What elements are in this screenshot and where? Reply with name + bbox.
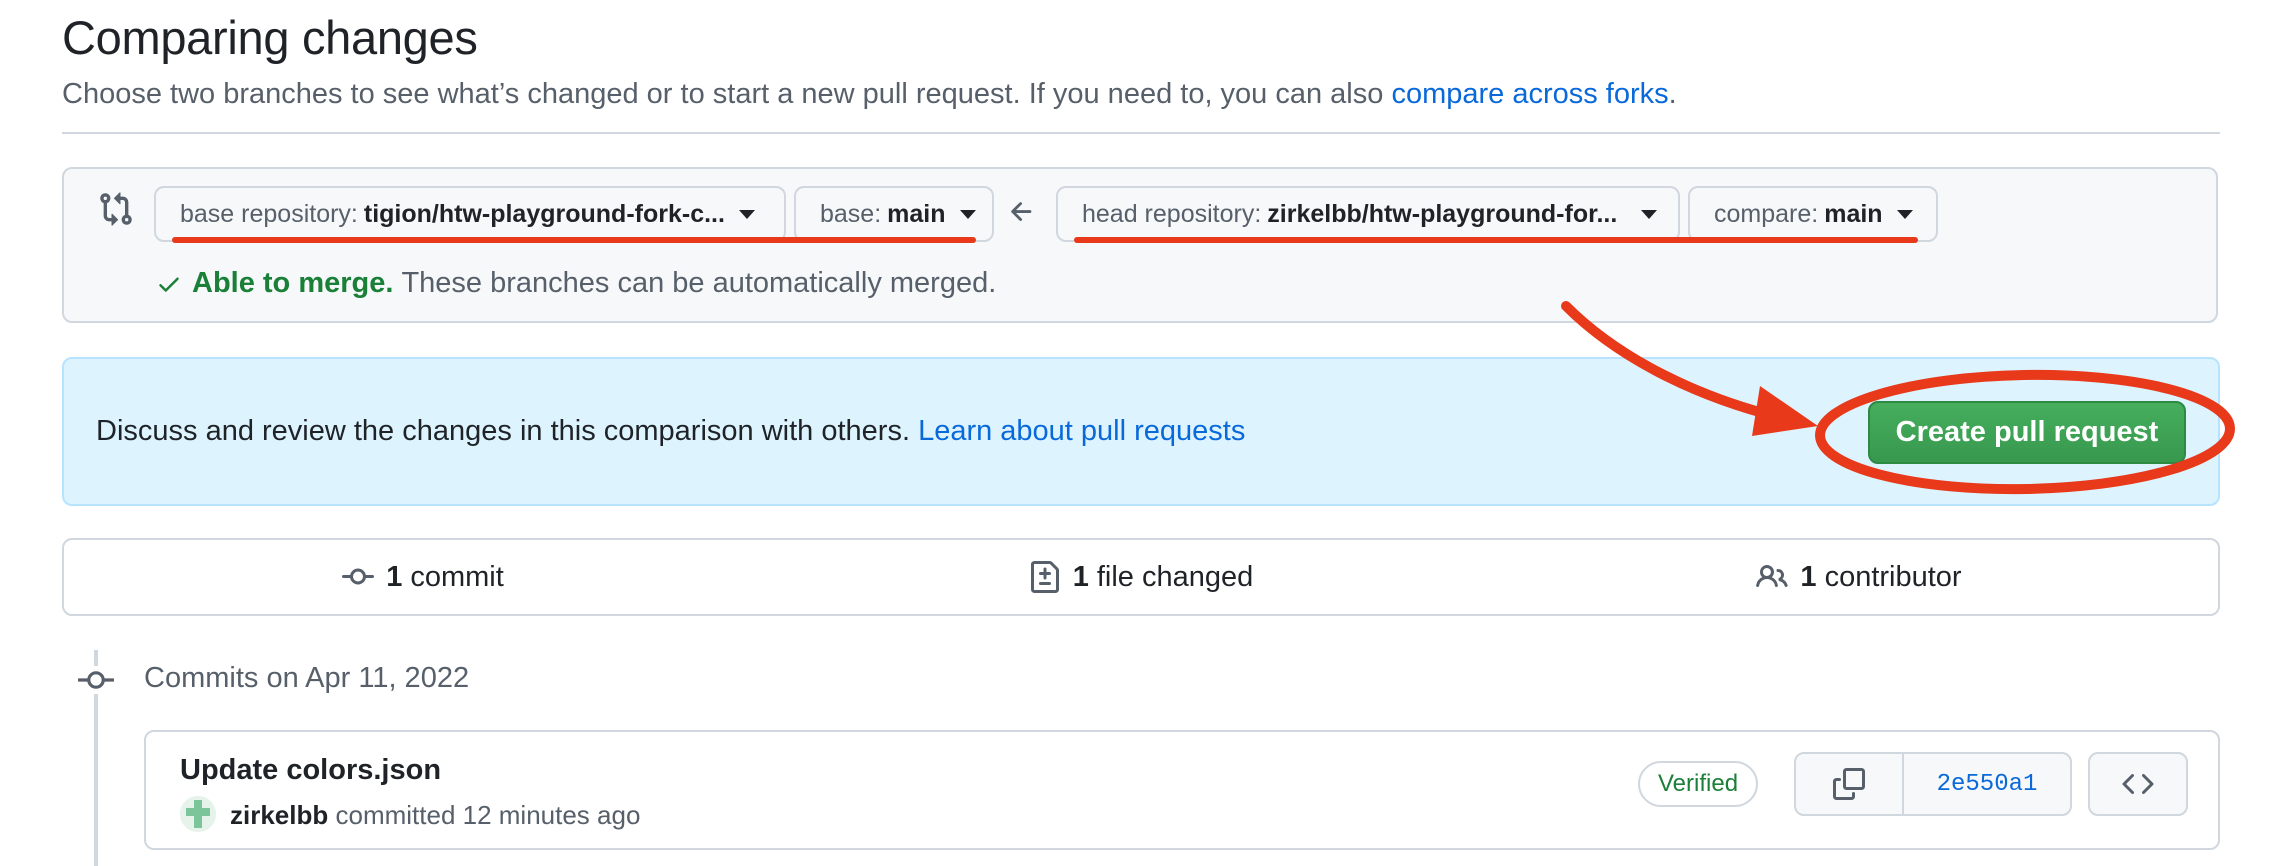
compare-branch-select[interactable]: compare: main [1688,186,1938,242]
head-repository-select[interactable]: head repository: zirkelbb/htw-playground… [1056,186,1680,242]
page-subtitle: Choose two branches to see what’s change… [62,78,1677,111]
base-repository-label: base repository: [180,199,358,228]
discuss-message: Discuss and review the changes in this c… [96,415,919,447]
base-repository-select[interactable]: base repository: tigion/htw-playground-f… [154,186,786,242]
stat-commits[interactable]: 1 commit [64,540,782,614]
commits-label: commit [410,560,504,593]
copy-icon [1833,768,1865,800]
commit-item: Update colors.json zirkelbb committed 12… [144,730,2220,850]
avatar[interactable] [180,796,216,832]
subtitle-text: Choose two branches to see what’s change… [62,78,1392,110]
header-divider [62,132,2220,134]
merge-status-text: These branches can be automatically merg… [401,267,997,299]
compare-branch-value: main [1824,199,1883,228]
code-icon [2122,773,2154,795]
comparison-stats: 1 commit 1 file changed 1 contributor [62,538,2220,616]
head-repository-value: zirkelbb/htw-playground-for... [1267,199,1618,228]
annotation-underline-head [1074,237,1918,243]
browse-code-button[interactable] [2088,752,2188,816]
learn-about-pull-requests-link[interactable]: Learn about pull requests [918,415,1245,447]
git-compare-icon [100,192,132,226]
commit-time: committed 12 minutes ago [335,800,641,830]
file-diff-icon [1030,561,1059,593]
annotation-underline-base [172,237,976,243]
compare-branch-label: compare: [1714,199,1819,228]
people-icon [1756,564,1789,588]
subtitle-end: . [1668,78,1677,110]
commits-count: 1 [386,560,403,593]
base-branch-label: base: [820,199,882,228]
git-commit-icon [342,568,375,585]
chevron-down-icon [738,209,755,219]
chevron-down-icon [959,209,976,219]
head-repository-label: head repository: [1082,199,1262,228]
base-repository-value: tigion/htw-playground-fork-c... [363,199,725,228]
range-editor: base repository: tigion/htw-playground-f… [62,167,2218,323]
git-commit-icon [78,666,114,694]
create-pull-request-button[interactable]: Create pull request [1868,401,2186,464]
contributors-label: contributor [1824,560,1962,593]
merge-status-ok: Able to merge. [192,267,394,299]
discuss-text: Discuss and review the changes in this c… [96,415,1245,448]
check-icon [159,277,179,292]
commit-meta: zirkelbb committed 12 minutes ago [230,800,640,831]
contributors-count: 1 [1800,560,1817,593]
base-branch-select[interactable]: base: main [794,186,994,242]
files-count: 1 [1072,560,1089,593]
base-branch-value: main [887,199,946,228]
chevron-down-icon [1896,209,1913,219]
commits-date-heading: Commits on Apr 11, 2022 [144,662,470,694]
verified-badge[interactable]: Verified [1638,761,1759,807]
page-title: Comparing changes [62,11,478,64]
arrow-left-icon [1011,202,1032,221]
merge-status: Able to merge. These branches can be aut… [156,267,996,300]
stat-files-changed[interactable]: 1 file changed [782,540,1500,614]
files-label: file changed [1096,560,1254,593]
commit-actions: 2e550a1 [1794,752,2072,816]
compare-across-forks-link[interactable]: compare across forks [1391,78,1668,110]
commit-title-link[interactable]: Update colors.json [180,754,441,787]
stat-contributors[interactable]: 1 contributor [1500,540,2218,614]
identicon-icon [180,796,216,832]
commit-author-link[interactable]: zirkelbb [230,800,328,830]
commit-sha-link[interactable]: 2e550a1 [1904,754,2070,814]
copy-sha-button[interactable] [1796,754,1904,814]
chevron-down-icon [1641,209,1658,219]
